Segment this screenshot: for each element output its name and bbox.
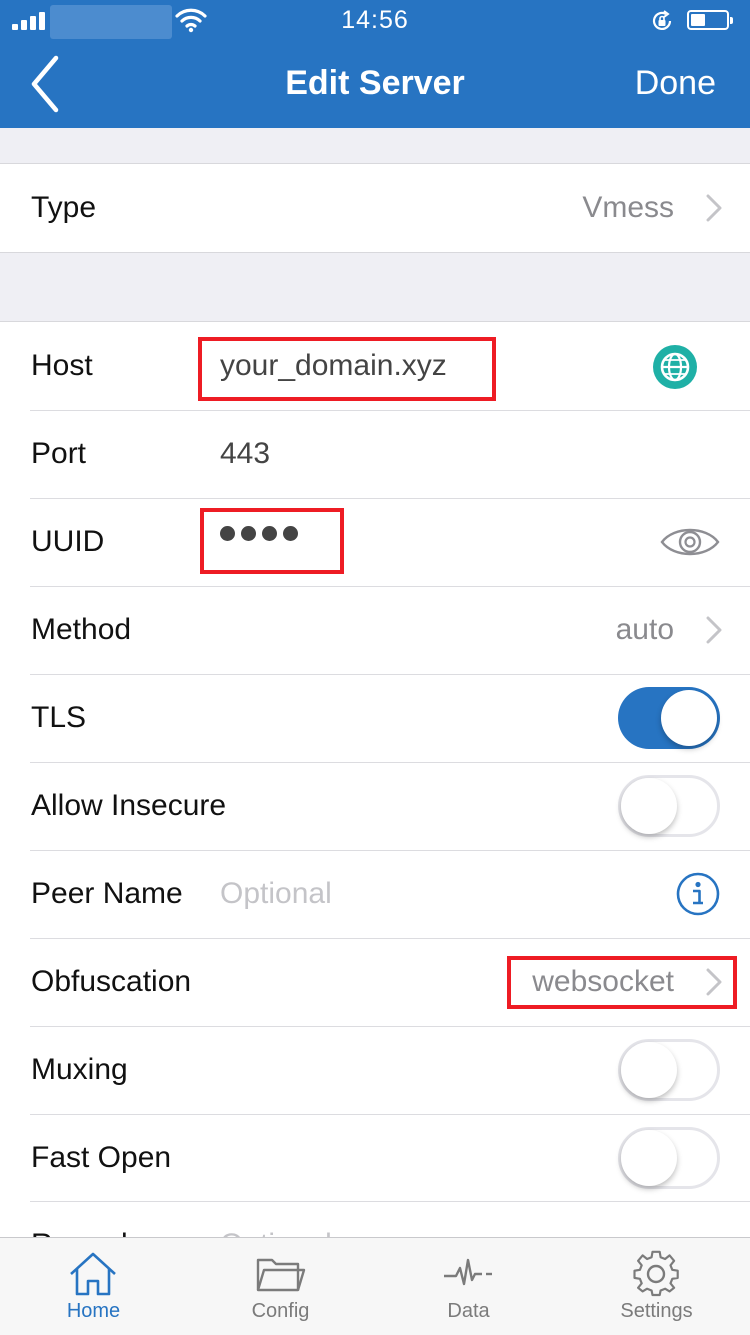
uuid-input[interactable] [220, 525, 304, 555]
method-row[interactable]: Method auto [0, 586, 750, 674]
remark-row-partial: Remark Optional [0, 1201, 750, 1237]
type-row[interactable]: Type Vmess [0, 164, 750, 252]
eye-icon[interactable] [660, 524, 720, 560]
rotation-lock-icon [652, 10, 672, 30]
allow-insecure-label: Allow Insecure [31, 789, 227, 822]
tab-settings[interactable]: Settings [563, 1238, 750, 1335]
remark-input[interactable]: Optional [220, 1201, 332, 1237]
status-time: 14:56 [341, 6, 409, 34]
type-label: Type [31, 191, 97, 224]
tls-toggle[interactable] [618, 687, 720, 749]
server-settings-section: Host your_domain.xyz Port 443 UUID Metho [0, 321, 750, 1202]
port-row: Port 443 [0, 410, 750, 498]
muxing-toggle[interactable] [618, 1039, 720, 1101]
obfuscation-value: websocket [532, 965, 674, 998]
chevron-right-icon [706, 616, 722, 644]
gear-icon [633, 1250, 679, 1297]
host-input[interactable]: your_domain.xyz [220, 322, 447, 410]
tab-bar: Home Config Data Settings [0, 1237, 750, 1335]
tls-label: TLS [31, 701, 87, 734]
port-label: Port [31, 437, 87, 470]
peer-name-label: Peer Name [31, 877, 183, 910]
info-icon[interactable] [676, 872, 720, 916]
host-label: Host [31, 349, 93, 382]
tab-config[interactable]: Config [187, 1238, 374, 1335]
navigation-bar: Edit Server Done [0, 40, 750, 128]
uuid-label: UUID [31, 525, 105, 558]
peer-name-row: Peer Name Optional [0, 850, 750, 938]
allow-insecure-row: Allow Insecure [0, 762, 750, 850]
tab-home-label: Home [66, 1300, 121, 1322]
fast-open-row: Fast Open [0, 1114, 750, 1202]
chevron-right-icon [706, 194, 722, 222]
obfuscation-label: Obfuscation [31, 965, 192, 998]
pulse-icon [444, 1258, 492, 1286]
muxing-row: Muxing [0, 1026, 750, 1114]
uuid-row: UUID [0, 498, 750, 586]
folder-icon [256, 1258, 306, 1292]
method-label: Method [31, 613, 132, 646]
obfuscation-row[interactable]: Obfuscation websocket [0, 938, 750, 1026]
battery-icon [687, 10, 733, 30]
muxing-label: Muxing [31, 1053, 128, 1086]
host-row: Host your_domain.xyz [0, 322, 750, 410]
tab-settings-label: Settings [620, 1300, 693, 1322]
port-input[interactable]: 443 [220, 410, 270, 498]
method-value: auto [615, 613, 674, 646]
done-button[interactable]: Done [635, 64, 716, 103]
peer-name-input[interactable]: Optional [220, 850, 332, 938]
tab-data-label: Data [447, 1300, 490, 1322]
globe-icon[interactable] [652, 344, 698, 390]
tab-config-label: Config [251, 1300, 310, 1322]
chevron-right-icon [706, 968, 722, 996]
type-value: Vmess [582, 191, 674, 224]
tab-home[interactable]: Home [0, 1238, 187, 1335]
tls-row: TLS [0, 674, 750, 762]
status-bar: 14:56 [0, 0, 750, 40]
tab-data[interactable]: Data [375, 1238, 562, 1335]
remark-label: Remark [31, 1201, 136, 1237]
allow-insecure-toggle[interactable] [618, 775, 720, 837]
home-icon [70, 1252, 116, 1296]
type-section: Type Vmess [0, 163, 750, 253]
fast-open-toggle[interactable] [618, 1127, 720, 1189]
fast-open-label: Fast Open [31, 1141, 172, 1174]
top-bar: 14:56 Edit Server Done [0, 0, 750, 128]
